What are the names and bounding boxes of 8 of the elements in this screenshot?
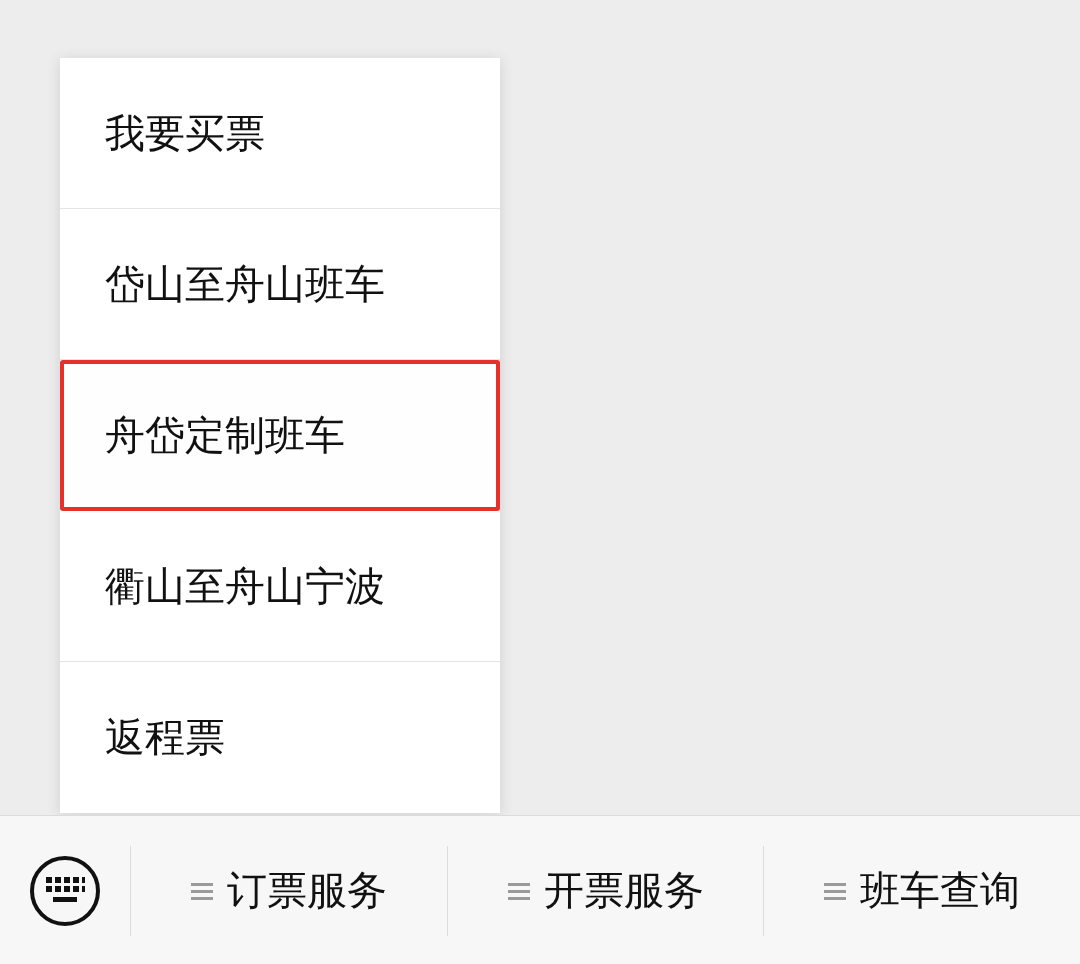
menu-item[interactable]: 衢山至舟山宁波 bbox=[60, 511, 500, 662]
menu-tab[interactable]: 订票服务 bbox=[131, 845, 448, 936]
menu-item[interactable]: 我要买票 bbox=[60, 58, 500, 209]
menu-item[interactable]: 返程票 bbox=[60, 662, 500, 813]
menu-tab[interactable]: 班车查询 bbox=[764, 845, 1080, 936]
menu-tab[interactable]: 开票服务 bbox=[447, 845, 765, 936]
menu-item[interactable]: 舟岱定制班车 bbox=[60, 360, 500, 511]
keyboard-icon[interactable] bbox=[29, 854, 101, 927]
